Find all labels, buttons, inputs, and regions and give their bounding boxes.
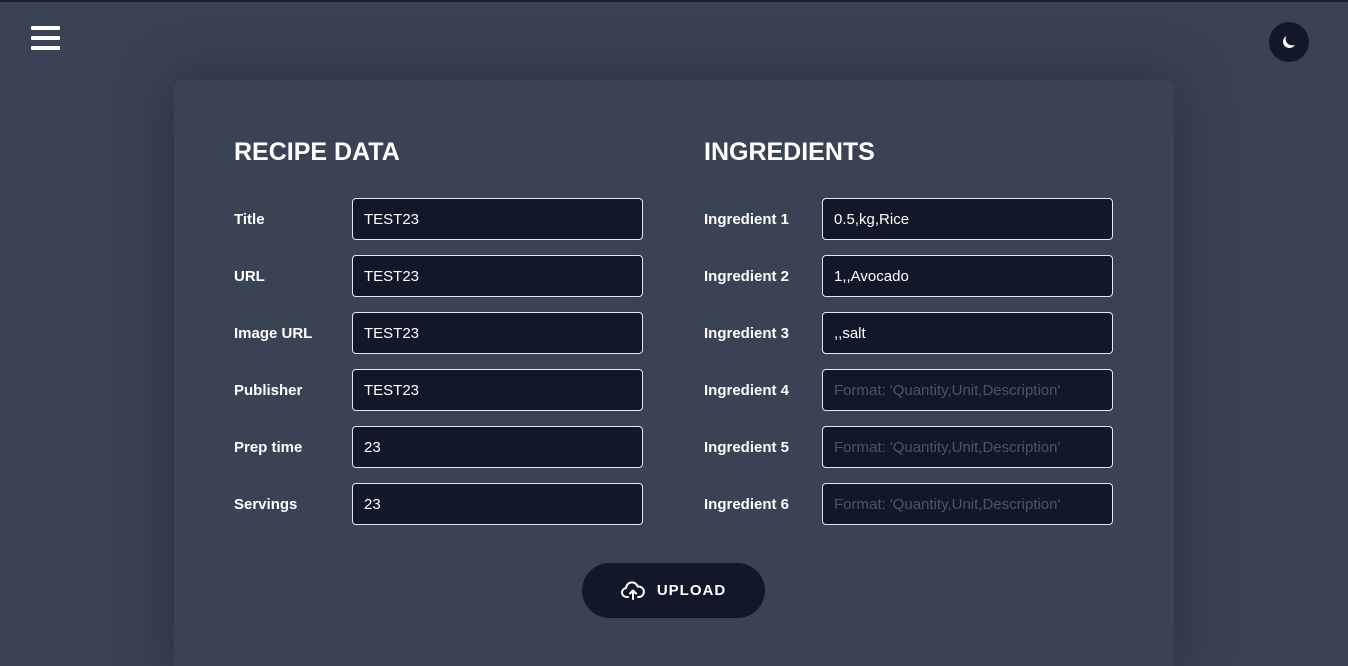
upload-button[interactable]: UPLOAD [582,563,765,618]
hamburger-menu-icon [31,26,60,30]
field-label: Ingredient 6 [704,495,790,513]
theme-toggle-button[interactable] [1269,22,1309,62]
field-label: Ingredient 2 [704,267,790,285]
field-label: Prep time [234,438,303,456]
field-url: URL [234,255,644,297]
field-label: Ingredient 1 [704,210,790,228]
field-title: Title [234,198,644,240]
ingredients-heading: INGREDIENTS [704,138,875,166]
title-input[interactable] [352,198,643,240]
field-label: URL [234,267,265,285]
servings-input[interactable] [352,483,643,525]
field-publisher: Publisher [234,369,644,411]
field-servings: Servings [234,483,644,525]
field-prep-time: Prep time [234,426,644,468]
menu-button[interactable] [31,26,61,54]
ingredient-5-input[interactable] [822,426,1113,468]
publisher-input[interactable] [352,369,643,411]
field-label: Title [234,210,265,228]
field-label: Image URL [234,324,313,342]
field-label: Ingredient 5 [704,438,790,456]
field-image-url: Image URL [234,312,644,354]
field-label: Publisher [234,381,303,399]
field-ingredient-6: Ingredient 6 [704,483,1114,525]
prep-time-input[interactable] [352,426,643,468]
ingredients-column: INGREDIENTS Ingredient 1 Ingredient 2 In… [704,136,1114,540]
moon-icon [1283,36,1295,48]
recipe-data-heading: RECIPE DATA [234,138,400,166]
field-label: Servings [234,495,298,513]
cloud-upload-icon [620,580,645,600]
recipe-data-column: RECIPE DATA Title URL Image URL Publishe… [234,136,644,540]
upload-button-label: UPLOAD [656,582,727,599]
ingredient-6-input[interactable] [822,483,1113,525]
ingredient-2-input[interactable] [822,255,1113,297]
hamburger-menu-icon-bar [31,46,60,50]
image-url-input[interactable] [352,312,643,354]
field-ingredient-3: Ingredient 3 [704,312,1114,354]
url-input[interactable] [352,255,643,297]
hamburger-menu-icon-bar [31,36,60,40]
field-ingredient-4: Ingredient 4 [704,369,1114,411]
upload-recipe-form: RECIPE DATA Title URL Image URL Publishe… [174,80,1174,666]
field-ingredient-5: Ingredient 5 [704,426,1114,468]
field-label: Ingredient 4 [704,381,790,399]
ingredient-4-input[interactable] [822,369,1113,411]
ingredient-3-input[interactable] [822,312,1113,354]
field-label: Ingredient 3 [704,324,790,342]
ingredient-1-input[interactable] [822,198,1113,240]
field-ingredient-1: Ingredient 1 [704,198,1114,240]
field-ingredient-2: Ingredient 2 [704,255,1114,297]
